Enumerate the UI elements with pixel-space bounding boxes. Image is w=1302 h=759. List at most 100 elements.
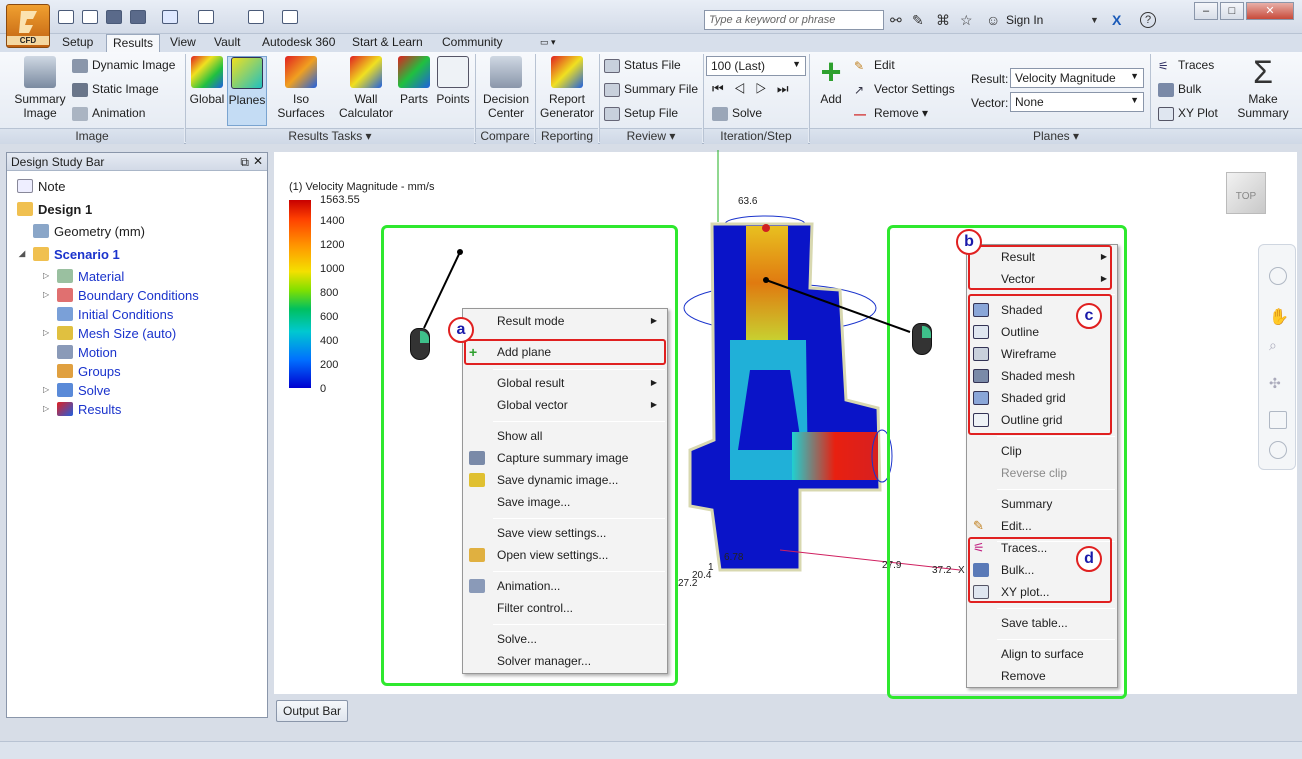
menu-item-save-image[interactable]: Save image... — [463, 491, 667, 513]
tree-item-boundary-conditions[interactable]: ▷ Boundary Conditions — [43, 288, 199, 303]
menu-item-filter-control[interactable]: Filter control... — [463, 597, 667, 619]
make-summary-button[interactable]: Σ Make Summary — [1232, 56, 1294, 120]
next-step-icon[interactable]: ▷ — [755, 81, 777, 96]
result-select[interactable]: Velocity Magnitude ▼ — [1010, 68, 1144, 88]
tree-item-design[interactable]: Design 1 — [17, 202, 92, 217]
exchange-icon[interactable]: X — [1112, 12, 1121, 28]
satellite-icon[interactable]: ⌘ — [936, 12, 950, 29]
wall-calculator-button[interactable]: Wall Calculator — [336, 56, 396, 120]
new-file-icon[interactable] — [58, 10, 74, 24]
animation-button[interactable]: Animation — [72, 106, 145, 121]
application-menu-button[interactable]: CFD — [6, 4, 50, 48]
star-icon[interactable]: ☆ — [960, 12, 973, 29]
menu-item-open-view-settings[interactable]: Open view settings... — [463, 544, 667, 566]
steering-wheel-icon[interactable] — [1269, 267, 1287, 285]
menu-item-clip[interactable]: Clip — [967, 440, 1117, 462]
orbit-icon[interactable]: ✣ — [1269, 375, 1287, 393]
tab-autodesk-360[interactable]: Autodesk 360 — [256, 34, 341, 52]
menu-item-edit[interactable]: ✎ Edit... — [967, 515, 1117, 537]
edit-button[interactable]: ✎ Edit — [854, 58, 895, 73]
output-bar-button[interactable]: Output Bar — [276, 700, 348, 722]
menu-item-save-view-settings[interactable]: Save view settings... — [463, 522, 667, 544]
add-plane-button[interactable]: + Add — [812, 54, 850, 107]
summary-image-button[interactable]: Summary Image — [10, 56, 70, 120]
close-window-button[interactable]: ✕ — [1246, 2, 1294, 20]
menu-item-show-all[interactable]: Show all — [463, 425, 667, 447]
search-input[interactable]: Type a keyword or phrase — [704, 10, 884, 30]
save-icon[interactable] — [106, 10, 122, 24]
tree-item-geometry[interactable]: Geometry (mm) — [33, 224, 145, 239]
menu-item-save-table[interactable]: Save table... — [967, 612, 1117, 634]
dynamic-image-button[interactable]: Dynamic Image — [72, 58, 175, 73]
menu-item-solve[interactable]: Solve... — [463, 628, 667, 650]
collapse-arrow-icon[interactable]: ◢ — [19, 249, 25, 258]
look-at-icon[interactable] — [1269, 411, 1287, 429]
report-generator-button[interactable]: Report Generator — [537, 56, 597, 120]
menu-item-remove[interactable]: Remove — [967, 665, 1117, 687]
previous-step-icon[interactable]: ◁ — [734, 81, 756, 96]
tree-item-note[interactable]: Note — [17, 179, 65, 194]
binoculars-icon[interactable]: ⚯ — [890, 12, 902, 29]
group-review-label[interactable]: Review ▾ — [600, 128, 702, 144]
expand-arrow-icon[interactable]: ▷ — [43, 271, 49, 280]
points-button[interactable]: Points — [434, 56, 472, 106]
tree-item-initial-conditions[interactable]: Initial Conditions — [57, 307, 173, 322]
solve-button[interactable]: Solve — [712, 106, 762, 121]
menu-item-result-mode[interactable]: Result mode ▶ — [463, 310, 667, 332]
tab-start-learn[interactable]: Start & Learn — [346, 34, 429, 52]
viewcube[interactable]: TOP — [1226, 172, 1266, 214]
planes-button[interactable]: Planes — [227, 56, 267, 126]
shape-icon[interactable] — [198, 10, 214, 24]
select-icon[interactable] — [162, 10, 178, 24]
wrench-icon[interactable]: ✎ — [912, 12, 924, 29]
first-step-icon[interactable]: ⏮ — [712, 81, 734, 96]
last-step-icon[interactable]: ⏭ — [777, 81, 799, 96]
tree-item-solve[interactable]: ▷ Solve — [43, 383, 111, 398]
help-icon[interactable]: ? — [1140, 12, 1156, 28]
tree-item-motion[interactable]: Motion — [57, 345, 117, 360]
step-controls[interactable]: ⏮◁▷⏭ — [712, 82, 799, 96]
menu-item-capture-summary-image[interactable]: Capture summary image — [463, 447, 667, 469]
save-as-icon[interactable] — [130, 10, 146, 24]
expand-arrow-icon[interactable]: ▷ — [43, 385, 49, 394]
remove-button[interactable]: — Remove ▾ — [854, 106, 928, 121]
parts-button[interactable]: Parts — [396, 56, 432, 106]
expand-arrow-icon[interactable]: ▷ — [43, 404, 49, 413]
menu-item-animation[interactable]: Animation... — [463, 575, 667, 597]
tab-setup[interactable]: Setup — [56, 34, 99, 52]
menu-item-save-dynamic-image[interactable]: Save dynamic image... — [463, 469, 667, 491]
tree-item-results[interactable]: ▷ Results — [43, 402, 121, 417]
tree-item-mesh-size[interactable]: ▷ Mesh Size (auto) — [43, 326, 176, 341]
tab-community[interactable]: Community — [436, 34, 509, 52]
decision-center-button[interactable]: Decision Center — [478, 56, 534, 120]
chevron-down-icon[interactable]: ▼ — [1090, 15, 1099, 25]
tab-vault[interactable]: Vault — [208, 34, 246, 52]
bulk-button[interactable]: Bulk — [1158, 82, 1201, 97]
static-image-button[interactable]: Static Image — [72, 82, 159, 97]
expand-arrow-icon[interactable]: ▷ — [43, 328, 49, 337]
menu-item-align-to-surface[interactable]: Align to surface — [967, 643, 1117, 665]
global-button[interactable]: Global — [188, 56, 226, 106]
group-results-tasks-label[interactable]: Results Tasks ▾ — [186, 128, 474, 144]
group-planes-label[interactable]: Planes ▾ — [810, 128, 1302, 144]
status-file-button[interactable]: Status File — [604, 58, 681, 73]
open-folder-icon[interactable] — [82, 10, 98, 24]
tab-view[interactable]: View — [164, 34, 202, 52]
xy-plot-button[interactable]: XY Plot — [1158, 106, 1218, 121]
expand-arrow-icon[interactable]: ▷ — [43, 290, 49, 299]
vector-settings-button[interactable]: ↗ Vector Settings — [854, 82, 955, 97]
menu-item-global-vector[interactable]: Global vector ▶ — [463, 394, 667, 416]
window-icon[interactable] — [248, 10, 264, 24]
menu-item-solver-manager[interactable]: Solver manager... — [463, 650, 667, 672]
tree-item-groups[interactable]: Groups — [57, 364, 121, 379]
menu-item-global-result[interactable]: Global result ▶ — [463, 372, 667, 394]
summary-file-button[interactable]: Summary File — [604, 82, 698, 97]
tree-item-scenario[interactable]: ◢ Scenario 1 — [19, 247, 120, 262]
grid-icon[interactable] — [282, 10, 298, 24]
tree-item-material[interactable]: ▷ Material — [43, 269, 124, 284]
sign-in-link[interactable]: Sign In — [1006, 13, 1043, 27]
maximize-button[interactable]: □ — [1220, 2, 1244, 20]
iso-surfaces-button[interactable]: Iso Surfaces — [268, 56, 334, 120]
close-panel-icon[interactable]: ✕ — [253, 154, 263, 168]
vector-select[interactable]: None ▼ — [1010, 92, 1144, 112]
